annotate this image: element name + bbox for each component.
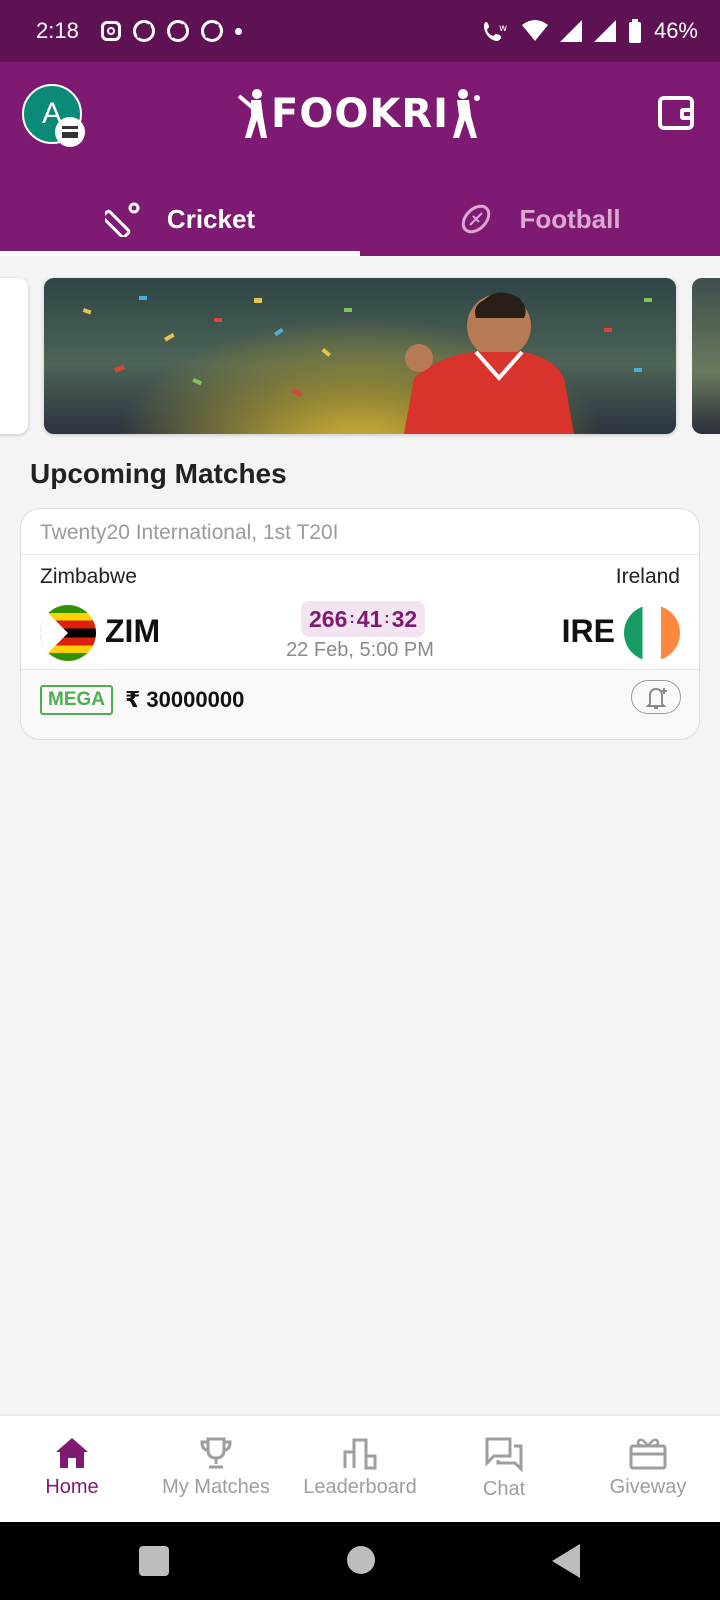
nav-giveway-label: Giveway bbox=[609, 1476, 687, 1498]
logo-text: FOOKRI bbox=[271, 91, 450, 137]
countdown-seconds: 32 bbox=[391, 605, 418, 632]
nav-giveway[interactable]: Giveway bbox=[576, 1416, 720, 1522]
recents-button[interactable] bbox=[139, 1546, 169, 1576]
instagram-icon bbox=[100, 21, 121, 41]
app-notification-icon bbox=[132, 20, 155, 42]
bowler-icon bbox=[453, 89, 481, 138]
battery-percent: 46% bbox=[653, 18, 698, 43]
wifi-icon bbox=[521, 20, 548, 41]
app-logo: FOOKRI bbox=[237, 84, 481, 144]
bell-plus-icon bbox=[645, 687, 667, 709]
ireland-flag-icon bbox=[624, 605, 680, 661]
app-notification-icon bbox=[200, 20, 223, 42]
sport-tabs: Cricket Football bbox=[0, 182, 720, 256]
system-navigation-bar bbox=[0, 1522, 720, 1600]
gift-icon bbox=[629, 1438, 667, 1470]
wifi-calling-icon: w bbox=[483, 22, 507, 41]
svg-text:w: w bbox=[499, 23, 507, 34]
promo-banner[interactable] bbox=[44, 278, 676, 434]
countdown-timer: 266 : 41 : 32 bbox=[301, 601, 426, 637]
team2-name: Ireland bbox=[615, 565, 680, 588]
countdown-hours: 266 bbox=[309, 605, 348, 632]
more-notifications-dot bbox=[234, 27, 242, 35]
nav-home[interactable]: Home bbox=[0, 1416, 144, 1522]
nav-leaderboard[interactable]: Leaderboard bbox=[288, 1416, 432, 1522]
countdown-minutes: 41 bbox=[356, 605, 383, 632]
mega-badge: MEGA bbox=[40, 685, 113, 715]
banner-image bbox=[82, 292, 652, 434]
nav-my-matches[interactable]: My Matches bbox=[144, 1416, 288, 1522]
trophy-icon bbox=[200, 1437, 232, 1469]
system-status-icons: w 46% bbox=[482, 18, 698, 44]
bottom-navigation: Home My Matches Leaderboard Chat Giveway bbox=[0, 1416, 720, 1522]
batsman-icon bbox=[237, 89, 267, 138]
back-button[interactable] bbox=[552, 1544, 580, 1578]
banner-previous[interactable] bbox=[0, 278, 28, 434]
add-reminder-button[interactable] bbox=[631, 680, 681, 714]
tab-football[interactable]: Football bbox=[360, 182, 720, 256]
app-header: A FOOKRI Cricket Football bbox=[0, 62, 720, 256]
wallet-icon[interactable] bbox=[658, 96, 694, 130]
signal-icon bbox=[559, 20, 582, 42]
nav-chat-label: Chat bbox=[482, 1478, 526, 1500]
banner-carousel[interactable] bbox=[0, 278, 720, 434]
home-icon bbox=[56, 1438, 88, 1468]
series-name: Twenty20 International, 1st T20I bbox=[21, 509, 699, 555]
tab-cricket[interactable]: Cricket bbox=[0, 182, 360, 256]
home-button[interactable] bbox=[347, 1546, 375, 1574]
status-time: 2:18 bbox=[36, 18, 79, 43]
tab-cricket-label: Cricket bbox=[166, 203, 256, 234]
app-notification-icon bbox=[166, 20, 189, 42]
nav-leaderboard-label: Leaderboard bbox=[303, 1476, 417, 1498]
tab-football-label: Football bbox=[519, 203, 621, 234]
menu-icon[interactable] bbox=[55, 117, 85, 147]
team2-code: IRE bbox=[561, 613, 615, 649]
section-title: Upcoming Matches bbox=[30, 458, 287, 489]
card-footer: MEGA ₹ 30000000 bbox=[21, 669, 699, 739]
notification-icons bbox=[100, 20, 242, 42]
chat-icon bbox=[485, 1437, 523, 1472]
leaderboard-icon bbox=[343, 1438, 377, 1470]
status-bar: 2:18 w 46% bbox=[0, 0, 720, 62]
nav-my-matches-label: My Matches bbox=[162, 1476, 270, 1498]
match-card[interactable]: Twenty20 International, 1st T20I Zimbabw… bbox=[20, 508, 700, 740]
battery-icon bbox=[628, 19, 641, 43]
banner-next[interactable] bbox=[692, 278, 720, 434]
signal-icon bbox=[593, 20, 616, 42]
nav-chat[interactable]: Chat bbox=[432, 1416, 576, 1522]
nav-home-label: Home bbox=[45, 1476, 99, 1498]
team1-name: Zimbabwe bbox=[40, 565, 137, 588]
football-icon bbox=[462, 204, 491, 234]
cricket-icon bbox=[104, 202, 140, 237]
prize-amount: ₹ 30000000 bbox=[125, 687, 245, 712]
